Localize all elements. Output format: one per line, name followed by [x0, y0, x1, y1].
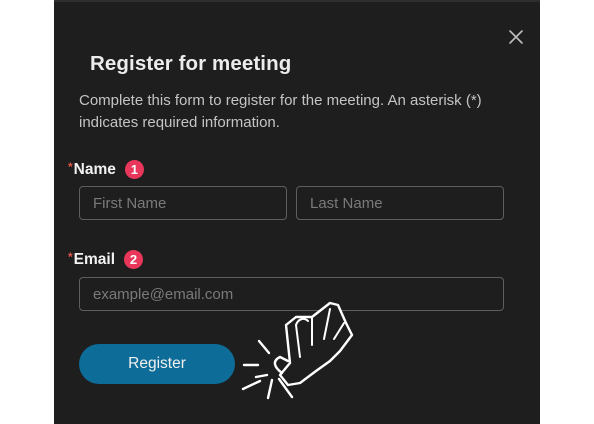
dialog-title: Register for meeting — [90, 52, 292, 75]
email-label: * Email 2 — [68, 249, 144, 269]
required-marker: * — [68, 249, 73, 264]
required-marker: * — [68, 159, 73, 174]
last-name-input[interactable] — [296, 186, 504, 220]
email-label-text: Email — [73, 250, 116, 268]
close-button[interactable] — [506, 27, 526, 47]
register-dialog: Register for meeting Complete this form … — [54, 0, 540, 424]
dialog-description: Complete this form to register for the m… — [79, 92, 482, 131]
hand-pointer-icon — [273, 301, 354, 387]
name-label-text: Name — [73, 160, 116, 178]
close-icon — [509, 30, 523, 44]
pointer-overlay — [241, 301, 354, 400]
name-label: * Name 1 — [68, 160, 144, 179]
register-button[interactable]: Register — [79, 344, 235, 384]
step-badge-1: 1 — [124, 160, 144, 179]
email-input[interactable] — [79, 277, 504, 311]
click-burst-icon — [241, 339, 294, 400]
step-badge-2: 2 — [124, 250, 144, 269]
first-name-input[interactable] — [79, 186, 287, 220]
